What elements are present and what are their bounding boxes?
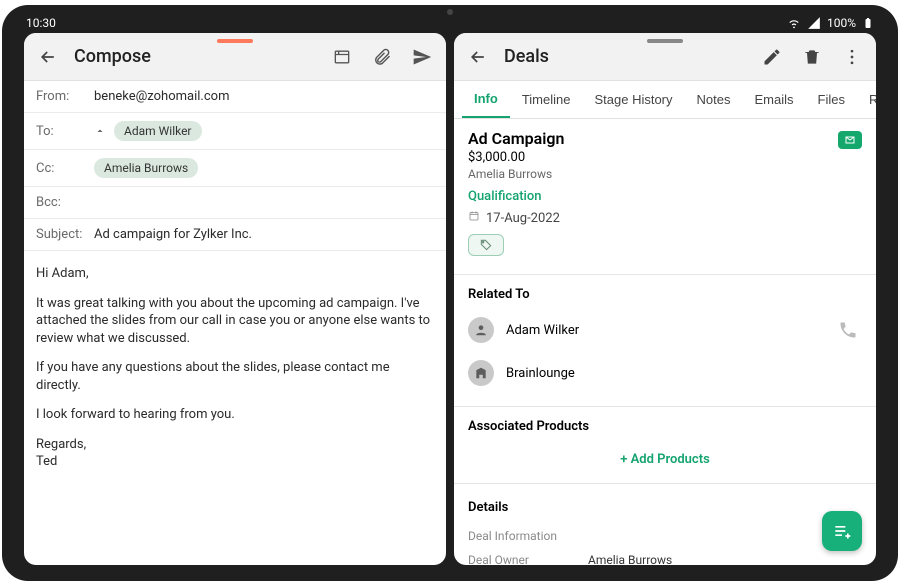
from-value[interactable]: beneke@zohomail.com	[94, 89, 434, 104]
clock: 10:30	[26, 16, 56, 30]
to-label: To:	[36, 124, 94, 139]
fab-button[interactable]	[822, 511, 862, 551]
deal-owner-key: Deal Owner	[468, 553, 588, 565]
edit-button[interactable]	[758, 43, 786, 71]
wifi-icon	[787, 16, 801, 30]
from-row: From: beneke@zohomail.com	[24, 81, 446, 113]
battery-text: 100%	[827, 16, 856, 30]
tab-notes[interactable]: Notes	[685, 81, 743, 118]
related-contact-name: Adam Wilker	[506, 323, 822, 338]
deals-title: Deals	[504, 46, 549, 67]
more-button[interactable]	[838, 43, 866, 71]
pane-grip[interactable]	[217, 39, 253, 43]
collapse-recipients-button[interactable]	[94, 125, 106, 137]
status-bar: 10:30 100%	[24, 13, 876, 33]
subject-label: Subject:	[36, 227, 94, 242]
deals-tabs: Info Timeline Stage History Notes Emails…	[454, 81, 876, 119]
compose-body-text[interactable]: Hi Adam, It was great talking with you a…	[24, 251, 446, 497]
related-account-name: Brainlounge	[506, 366, 862, 381]
to-chip[interactable]: Adam Wilker	[114, 121, 202, 141]
tab-files[interactable]: Files	[806, 81, 857, 118]
body-line: Hi Adam,	[36, 265, 434, 283]
deal-owner-row: Deal Owner Amelia Burrows	[454, 547, 876, 565]
building-icon	[468, 360, 494, 386]
tab-info[interactable]: Info	[462, 81, 510, 118]
related-to-title: Related To	[454, 275, 876, 308]
deals-pane: Deals Info Timeline Stage History Notes …	[454, 33, 876, 565]
deal-information-label: Deal Information	[454, 521, 876, 547]
from-label: From:	[36, 89, 94, 104]
deal-header: Ad Campaign $3,000.00 Amelia Burrows Qua…	[454, 119, 876, 262]
compose-pane: Compose From: beneke@zohomail.com	[24, 33, 446, 565]
front-camera	[447, 9, 453, 15]
mail-icon[interactable]	[838, 131, 862, 149]
deal-amount: $3,000.00	[468, 150, 862, 165]
signal-icon	[807, 16, 821, 30]
related-contact-row[interactable]: Adam Wilker	[454, 308, 876, 352]
body-line: It was great talking with you about the …	[36, 295, 434, 348]
body-line: Ted	[36, 453, 434, 471]
related-account-row[interactable]: Brainlounge	[454, 352, 876, 394]
body-line: I look forward to hearing from you.	[36, 406, 434, 424]
subject-value[interactable]: Ad campaign for Zylker Inc.	[94, 227, 434, 242]
deal-date-value: 17-Aug-2022	[486, 211, 560, 226]
bcc-row[interactable]: Bcc:	[24, 187, 446, 219]
deal-owner-value: Amelia Burrows	[588, 553, 672, 565]
deal-stage: Qualification	[468, 189, 862, 204]
associated-products-title: Associated Products	[454, 407, 876, 440]
to-row[interactable]: To: Adam Wilker	[24, 113, 446, 150]
bcc-label: Bcc:	[36, 195, 94, 210]
send-button[interactable]	[408, 43, 436, 71]
tab-stage-history[interactable]: Stage History	[582, 81, 684, 118]
deal-name: Ad Campaign	[468, 129, 862, 148]
calendar-icon	[468, 210, 480, 226]
tab-timeline[interactable]: Timeline	[510, 81, 583, 118]
compose-title: Compose	[74, 46, 151, 67]
back-button[interactable]	[34, 43, 62, 71]
back-button[interactable]	[464, 43, 492, 71]
cc-chip[interactable]: Amelia Burrows	[94, 158, 198, 178]
pane-grip[interactable]	[647, 39, 683, 43]
deal-owner: Amelia Burrows	[468, 167, 862, 181]
cc-label: Cc:	[36, 161, 94, 176]
body-line: Regards,	[36, 436, 434, 454]
battery-icon	[862, 16, 874, 30]
cc-row[interactable]: Cc: Amelia Burrows	[24, 150, 446, 187]
add-products-button[interactable]: + Add Products	[454, 440, 876, 479]
tab-emails[interactable]: Emails	[743, 81, 806, 118]
deal-date: 17-Aug-2022	[468, 210, 862, 226]
subject-row[interactable]: Subject: Ad campaign for Zylker Inc.	[24, 219, 446, 251]
delete-button[interactable]	[798, 43, 826, 71]
details-title: Details	[454, 488, 876, 521]
template-button[interactable]	[328, 43, 356, 71]
tab-related[interactable]: Rel	[857, 81, 876, 118]
attach-button[interactable]	[368, 43, 396, 71]
person-icon	[468, 317, 494, 343]
body-line: If you have any questions about the slid…	[36, 359, 434, 394]
phone-button[interactable]	[834, 316, 862, 344]
tag-button[interactable]	[468, 234, 504, 256]
